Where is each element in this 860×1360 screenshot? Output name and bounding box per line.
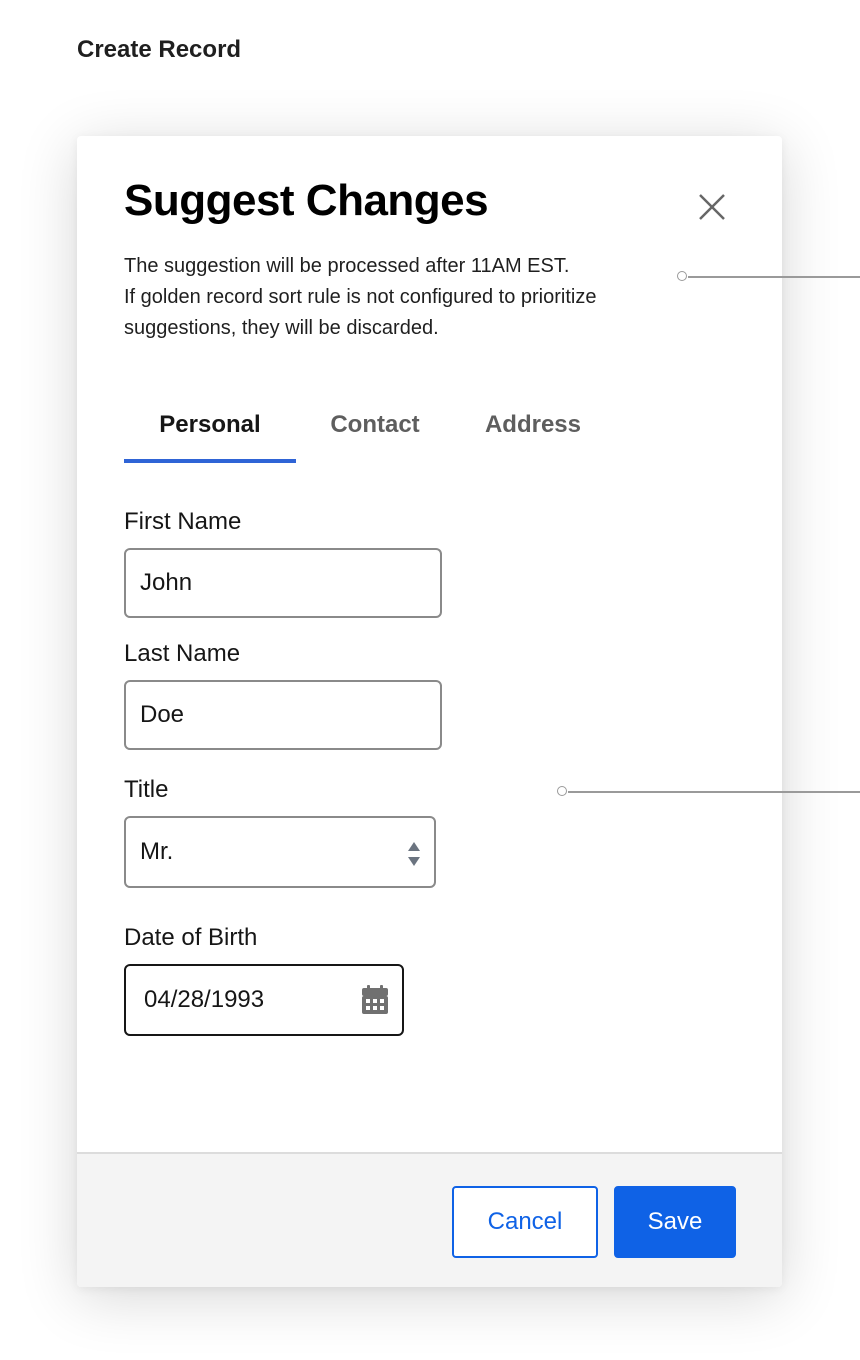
cancel-button[interactable]: Cancel <box>452 1186 598 1258</box>
calendar-icon[interactable] <box>360 984 390 1016</box>
date-of-birth-value: 04/28/1993 <box>144 986 265 1013</box>
modal-footer: Cancel Save <box>77 1152 782 1287</box>
last-name-input[interactable] <box>124 680 442 750</box>
annotation-connector <box>557 786 860 798</box>
sort-arrows-icon <box>408 842 420 866</box>
close-icon <box>699 194 725 220</box>
title-select-value: Mr. <box>140 838 174 865</box>
modal-title: Suggest Changes <box>124 176 489 225</box>
annotation-line <box>688 276 860 278</box>
title-label: Title <box>124 776 169 803</box>
page-heading: Create Record <box>77 36 242 63</box>
first-name-input[interactable] <box>124 548 442 618</box>
annotation-dot <box>677 271 687 281</box>
tab-personal[interactable]: Personal <box>124 400 296 463</box>
last-name-label: Last Name <box>124 640 241 667</box>
description-line: suggestions, they will be discarded. <box>124 317 439 339</box>
description-line: If golden record sort rule is not config… <box>124 286 597 308</box>
description-line: The suggestion will be processed after 1… <box>124 255 570 277</box>
annotation-dot <box>557 786 567 796</box>
save-button[interactable]: Save <box>614 1186 736 1258</box>
close-button[interactable] <box>693 188 731 226</box>
first-name-label: First Name <box>124 508 242 535</box>
suggest-changes-modal: Suggest Changes The suggestion will be p… <box>77 136 782 1287</box>
tab-contact[interactable]: Contact <box>314 400 436 463</box>
tab-list: Personal Contact Address <box>124 400 684 464</box>
annotation-line <box>568 791 860 793</box>
date-of-birth-input[interactable]: 04/28/1993 <box>124 964 404 1036</box>
title-select[interactable]: Mr. <box>124 816 436 888</box>
annotation-connector <box>677 271 860 283</box>
modal-description: The suggestion will be processed after 1… <box>124 251 684 344</box>
tab-address[interactable]: Address <box>470 400 596 463</box>
dob-label: Date of Birth <box>124 924 258 951</box>
